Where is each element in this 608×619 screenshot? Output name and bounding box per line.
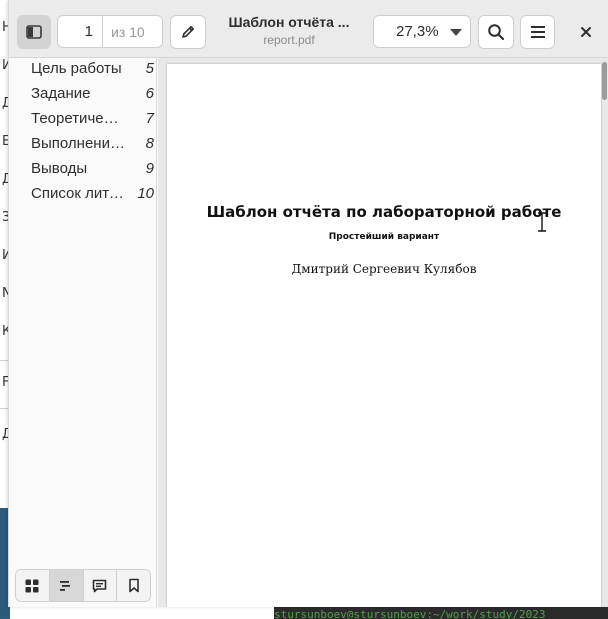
terminal-window: stursunboev@stursunboev:~/work/study/202… xyxy=(274,607,608,619)
hamburger-icon xyxy=(530,26,545,38)
title-block: Шаблон отчёта ... report.pdf xyxy=(214,14,364,47)
page-navigation: 1 из 10 xyxy=(57,15,163,48)
outline-item[interactable]: Теоретичес… 7 xyxy=(9,106,157,131)
annotations-icon xyxy=(93,579,107,592)
window-title: Шаблон отчёта ... xyxy=(228,14,350,30)
outline-view-button[interactable] xyxy=(49,570,84,601)
zoom-dropdown[interactable]: 27,3% xyxy=(373,15,471,48)
search-icon xyxy=(488,24,505,41)
outline-item-label: Задание xyxy=(31,85,91,102)
outline-item-label: Выполнение… xyxy=(31,135,126,152)
outline-item[interactable]: Выполнение… 8 xyxy=(9,131,157,156)
chevron-down-icon xyxy=(450,29,462,36)
document-viewer-window: 1 из 10 Шаблон отчёта ... report.pdf 27,… xyxy=(8,0,608,607)
sidebar-toggle-button[interactable] xyxy=(17,15,51,49)
outline-item[interactable]: Задание 6 xyxy=(9,81,157,106)
outline-icon xyxy=(60,580,71,591)
text-cursor-icon xyxy=(538,212,546,232)
outline-item-page: 7 xyxy=(145,110,154,127)
header-bar: 1 из 10 Шаблон отчёта ... report.pdf 27,… xyxy=(9,0,608,58)
document-page: Шаблон отчёта по лабораторной работе Про… xyxy=(167,64,601,607)
annotate-button[interactable] xyxy=(170,15,206,49)
outline-item[interactable]: Цель работы 5 xyxy=(9,56,157,81)
terminal-prompt: stursunboev@stursunboev:~/work/study/202… xyxy=(274,608,546,619)
search-button[interactable] xyxy=(478,15,514,49)
outline-item-label: Теоретичес… xyxy=(31,110,126,127)
window-subtitle: report.pdf xyxy=(263,33,315,47)
thumbnails-view-button[interactable] xyxy=(16,570,50,601)
outline-item-page: 9 xyxy=(145,160,154,177)
pencil-icon xyxy=(182,26,194,38)
vertical-scrollbar[interactable] xyxy=(602,62,607,100)
main-menu-button[interactable] xyxy=(520,15,555,49)
document-heading: Шаблон отчёта по лабораторной работе xyxy=(206,203,562,221)
page-number-input[interactable]: 1 xyxy=(58,16,103,47)
outline-item-page: 8 xyxy=(145,135,154,152)
bookmarks-view-button[interactable] xyxy=(117,570,150,601)
outline-item-page: 5 xyxy=(145,60,154,77)
outline-item-label: Цель работы xyxy=(31,60,122,77)
thumbnails-icon xyxy=(25,579,39,592)
annotations-view-button[interactable] xyxy=(83,570,118,601)
outline-item-page: 6 xyxy=(145,85,154,102)
sidebar-icon xyxy=(26,25,42,39)
close-icon xyxy=(581,27,591,37)
outline-item-label: Выводы xyxy=(31,160,88,177)
outline-item[interactable]: Список лите… 10 xyxy=(9,181,157,206)
outline-item-label: Список лите… xyxy=(31,185,126,202)
page-total-label: из 10 xyxy=(111,23,145,40)
close-button[interactable] xyxy=(571,15,601,49)
document-view[interactable]: Шаблон отчёта по лабораторной работе Про… xyxy=(158,58,608,607)
outline-item[interactable]: Выводы 9 xyxy=(9,156,157,181)
outline-list: Цель работы 5 Задание 6 Теоретичес… 7 Вы… xyxy=(9,58,157,206)
bookmark-icon xyxy=(128,578,139,593)
sidebar-view-switcher xyxy=(15,569,151,602)
sidebar: Цель работы 5 Задание 6 Теоретичес… 7 Вы… xyxy=(9,58,157,607)
outline-item-page: 10 xyxy=(137,185,154,202)
zoom-value: 27,3% xyxy=(396,23,439,40)
document-author: Дмитрий Сергеевич Кулябов xyxy=(291,262,477,276)
document-subheading: Простейший вариант xyxy=(328,232,440,242)
